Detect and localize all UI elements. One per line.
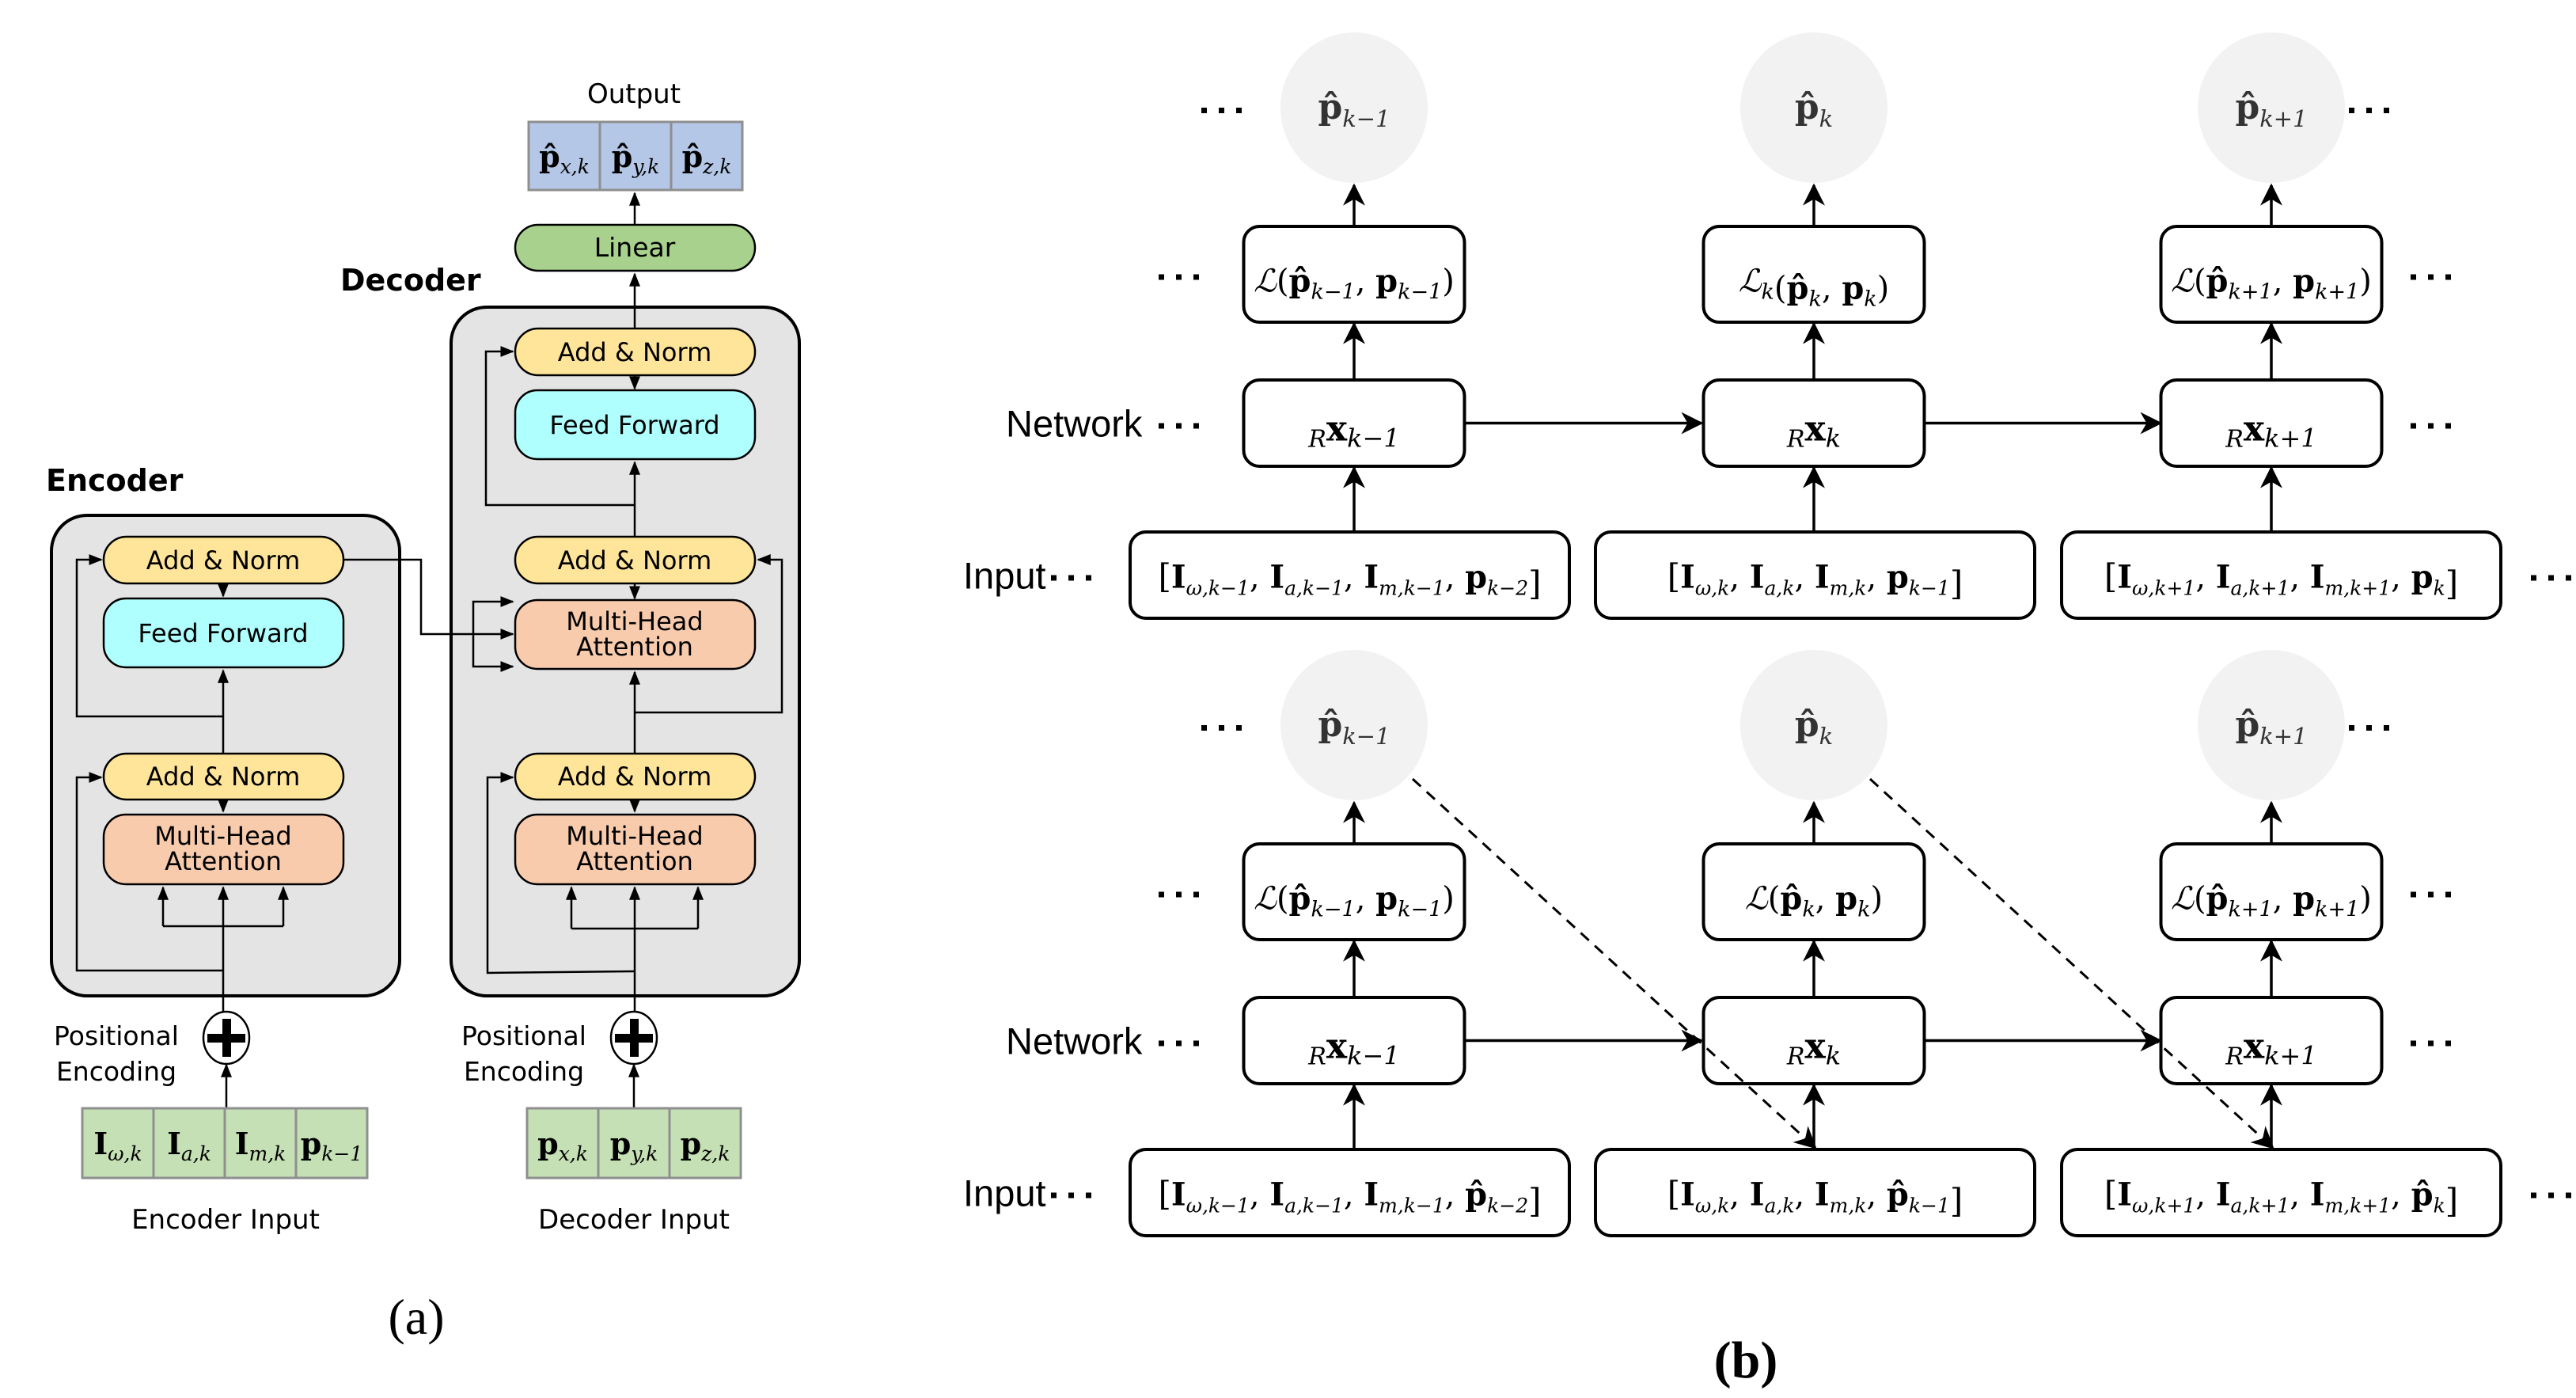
- cell: p̂y,k: [598, 120, 673, 192]
- output-label: Output: [587, 78, 681, 110]
- ellipsis-icon: [2411, 891, 2451, 898]
- decoder-cross-attention-label-2: Attention: [576, 632, 693, 662]
- decoder-add-norm-mid-label: Add & Norm: [558, 545, 712, 576]
- encoder-feed-forward-label: Feed Forward: [138, 618, 308, 648]
- encoder-input-label: Encoder Input: [131, 1204, 320, 1236]
- output-cells: p̂x,k p̂y,k p̂z,k: [527, 120, 744, 192]
- cell: px,k: [525, 1107, 600, 1180]
- cell: pz,k: [668, 1107, 742, 1180]
- prediction-feedback-arrow: [1868, 777, 2274, 1149]
- ellipsis-icon: [2349, 108, 2389, 113]
- ellipsis-icon: [2411, 423, 2451, 429]
- cell: p̂x,k: [527, 120, 601, 192]
- ellipsis-icon: [2531, 575, 2571, 581]
- bottom-unrolled-sequence: Network Input p̂k−1ℒ(p̂k−1, pk−1)Rxk−1[Iω,…: [963, 650, 2571, 1237]
- ellipsis-icon: [2349, 725, 2389, 731]
- ellipsis-icon: [2531, 1192, 2571, 1199]
- prediction-feedback-arrow: [1411, 777, 1817, 1149]
- ellipsis-icon: [1051, 1192, 1091, 1199]
- cell: Iω,k: [81, 1107, 155, 1180]
- encoder-self-attention-label-2: Attention: [165, 846, 282, 876]
- ellipsis-icon: [1159, 423, 1199, 429]
- recurrent-training-diagram: Network Input p̂k−1ℒ(p̂k−1, pk−1)Rxk−1[Iω,…: [963, 32, 2571, 1237]
- network-row-label: Network: [1006, 403, 1143, 445]
- ellipsis-icon: [1051, 575, 1091, 581]
- decoder-title: Decoder: [340, 263, 481, 298]
- timestep-column: p̂k−1ℒ(p̂k−1, pk−1)Rxk−1[Iω,k−1, Ia,k−1,…: [1129, 650, 1571, 1237]
- cell: pk−1: [294, 1107, 369, 1180]
- top-unrolled-sequence: Network Input p̂k−1ℒ(p̂k−1, pk−1)Rxk−1[Iω,…: [963, 32, 2571, 620]
- timestep-column: p̂k+1ℒ(p̂k+1, pk+1)Rxk+1[Iω,k+1, Ia,k+1,…: [2060, 650, 2502, 1237]
- cell: py,k: [597, 1107, 671, 1180]
- ellipsis-icon: [1201, 108, 1242, 113]
- decoder-positional-label-2: Encoding: [464, 1056, 584, 1087]
- ellipsis-icon: [1159, 891, 1199, 898]
- ellipsis-icon: [1201, 725, 1242, 731]
- decoder-input-label: Decoder Input: [538, 1204, 730, 1236]
- decoder-positional-label-1: Positional: [461, 1020, 586, 1051]
- decoder-positional-add-icon: [609, 1010, 658, 1066]
- encoder-add-norm-bottom-label: Add & Norm: [146, 762, 301, 792]
- input-row-label: Input: [963, 1172, 1046, 1214]
- linear-label: Linear: [594, 232, 676, 263]
- decoder-self-attention-label-2: Attention: [576, 846, 693, 876]
- timestep-column: p̂kℒ(p̂k, pk)Rxk[Iω,k, Ia,k, Im,k, p̂k−1…: [1594, 650, 2036, 1237]
- encoder-add-norm-top-label: Add & Norm: [146, 545, 301, 576]
- decoder-add-norm-top-label: Add & Norm: [558, 337, 712, 367]
- encoder-positional-label-1: Positional: [54, 1020, 179, 1051]
- decoder-feed-forward-label: Feed Forward: [549, 410, 719, 440]
- decoder-add-norm-bottom-label: Add & Norm: [558, 762, 712, 792]
- decoder-input-cells: px,k py,k pz,k: [525, 1107, 742, 1180]
- cell: Im,k: [223, 1107, 298, 1180]
- ellipsis-icon: [1159, 1040, 1199, 1047]
- caption-a: (a): [388, 1289, 444, 1345]
- encoder-input-cells: Iω,k Ia,k Im,k pk−1: [81, 1107, 369, 1180]
- ellipsis-icon: [2411, 1040, 2451, 1047]
- network-row-label: Network: [1006, 1020, 1143, 1062]
- encoder-positional-add-icon: [202, 1010, 251, 1066]
- timestep-column: p̂kℒk(p̂k, pk)Rxk[Iω,k, Ia,k, Im,k, pk−1…: [1594, 32, 2036, 620]
- ellipsis-icon: [2411, 274, 2451, 280]
- timestep-column: p̂k−1ℒ(p̂k−1, pk−1)Rxk−1[Iω,k−1, Ia,k−1,…: [1129, 32, 1571, 620]
- encoder-title: Encoder: [46, 463, 184, 498]
- encoder-positional-label-2: Encoding: [56, 1056, 176, 1087]
- cell: Ia,k: [152, 1107, 226, 1180]
- transformer-diagram: Output p̂x,k p̂y,k p̂z,k Linear Decoder En…: [46, 78, 801, 1345]
- figure-canvas: Output p̂x,k p̂y,k p̂z,k Linear Decoder En…: [46, 32, 2571, 1389]
- cell: p̂z,k: [670, 120, 744, 192]
- timestep-column: p̂k+1ℒ(p̂k+1, pk+1)Rxk+1[Iω,k+1, Ia,k+1,…: [2060, 32, 2502, 620]
- input-row-label: Input: [963, 555, 1046, 597]
- caption-b: (b): [1714, 1332, 1778, 1389]
- ellipsis-icon: [1159, 274, 1199, 280]
- loss-box: [1702, 842, 1926, 941]
